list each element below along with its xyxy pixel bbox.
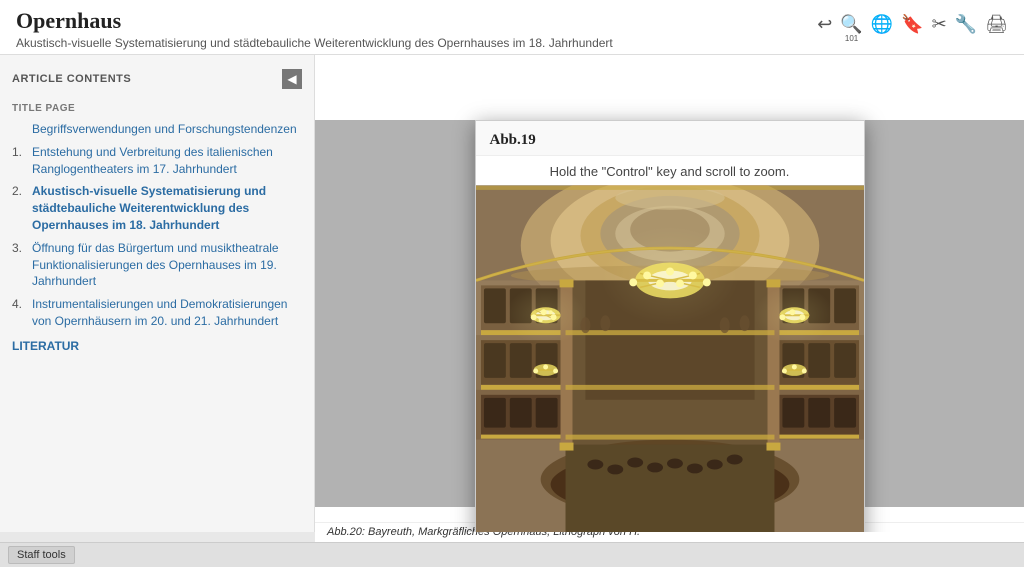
modal-overlay[interactable]: Abb.19 Hold the "Control" key and scroll…	[315, 120, 1024, 507]
sidebar-item-4[interactable]: 4. Instrumentalisierungen und Demokratis…	[0, 293, 314, 333]
sidebar-item-2[interactable]: 2. Akustisch-visuelle Systematisierung u…	[0, 180, 314, 236]
modal-dialog: Abb.19 Hold the "Control" key and scroll…	[475, 120, 865, 532]
print-icon[interactable]: 🖨	[985, 14, 1008, 35]
globe-icon[interactable]: 🌐	[871, 14, 893, 35]
article-main: Abb.19 Hold the "Control" key and scroll…	[315, 55, 1024, 532]
literatur-item[interactable]: LITERATUR	[0, 333, 314, 359]
item-number-1: 1.	[12, 144, 26, 161]
item-text-0: Begriffsverwendungen und Forschungstende…	[32, 121, 302, 138]
bottom-bar: Staff tools	[0, 542, 1024, 567]
sidebar-item-0[interactable]: Begriffsverwendungen und Forschungstende…	[0, 118, 314, 141]
content-area: ARTICLE CONTENTS ◀ TITLE PAGE Begriffsve…	[0, 55, 1024, 532]
item-number-4: 4.	[12, 296, 26, 313]
item-text-4: Instrumentalisierungen und Demokratisier…	[32, 296, 302, 330]
page-wrapper: Opernhaus Akustisch-visuelle Systematisi…	[0, 0, 1024, 567]
sidebar-item-1[interactable]: 1. Entstehung und Verbreitung des italie…	[0, 141, 314, 181]
sidebar-title: ARTICLE CONTENTS	[12, 73, 131, 85]
sidebar: ARTICLE CONTENTS ◀ TITLE PAGE Begriffsve…	[0, 55, 315, 532]
staff-tools-button[interactable]: Staff tools	[8, 546, 75, 564]
sidebar-item-3[interactable]: 3. Öffnung für das Bürgertum und musikth…	[0, 237, 314, 293]
search-count: 101	[845, 34, 858, 43]
bookmark-icon[interactable]: 🔖	[901, 14, 923, 35]
modal-title: Abb.19	[490, 132, 536, 148]
wrench-icon[interactable]: 🔧	[955, 14, 977, 35]
sidebar-section-title: TITLE PAGE	[0, 97, 314, 118]
sidebar-header: ARTICLE CONTENTS ◀	[0, 65, 314, 97]
item-text-1: Entstehung und Verbreitung des italienis…	[32, 144, 302, 178]
item-number-2: 2.	[12, 183, 26, 200]
modal-hint: Hold the "Control" key and scroll to zoo…	[476, 156, 864, 185]
modal-image	[476, 185, 864, 532]
sidebar-toggle-button[interactable]: ◀	[282, 69, 302, 89]
item-text-3: Öffnung für das Bürgertum und musiktheat…	[32, 240, 302, 290]
modal-header: Abb.19	[476, 121, 864, 156]
header-icons: ↩ 🔍 101 🌐 🔖 ✂ 🔧 🖨	[817, 8, 1008, 35]
scissors-icon[interactable]: ✂	[932, 14, 947, 35]
search-icon[interactable]: 🔍 101	[840, 14, 862, 35]
page-subtitle: Akustisch-visuelle Systematisierung und …	[16, 36, 613, 50]
page-title: Opernhaus	[16, 8, 613, 34]
header: Opernhaus Akustisch-visuelle Systematisi…	[0, 0, 1024, 55]
header-left: Opernhaus Akustisch-visuelle Systematisi…	[16, 8, 613, 50]
item-number-3: 3.	[12, 240, 26, 257]
item-text-2: Akustisch-visuelle Systematisierung und …	[32, 183, 302, 233]
opera-image-svg	[476, 185, 864, 532]
share-icon[interactable]: ↩	[817, 14, 832, 35]
